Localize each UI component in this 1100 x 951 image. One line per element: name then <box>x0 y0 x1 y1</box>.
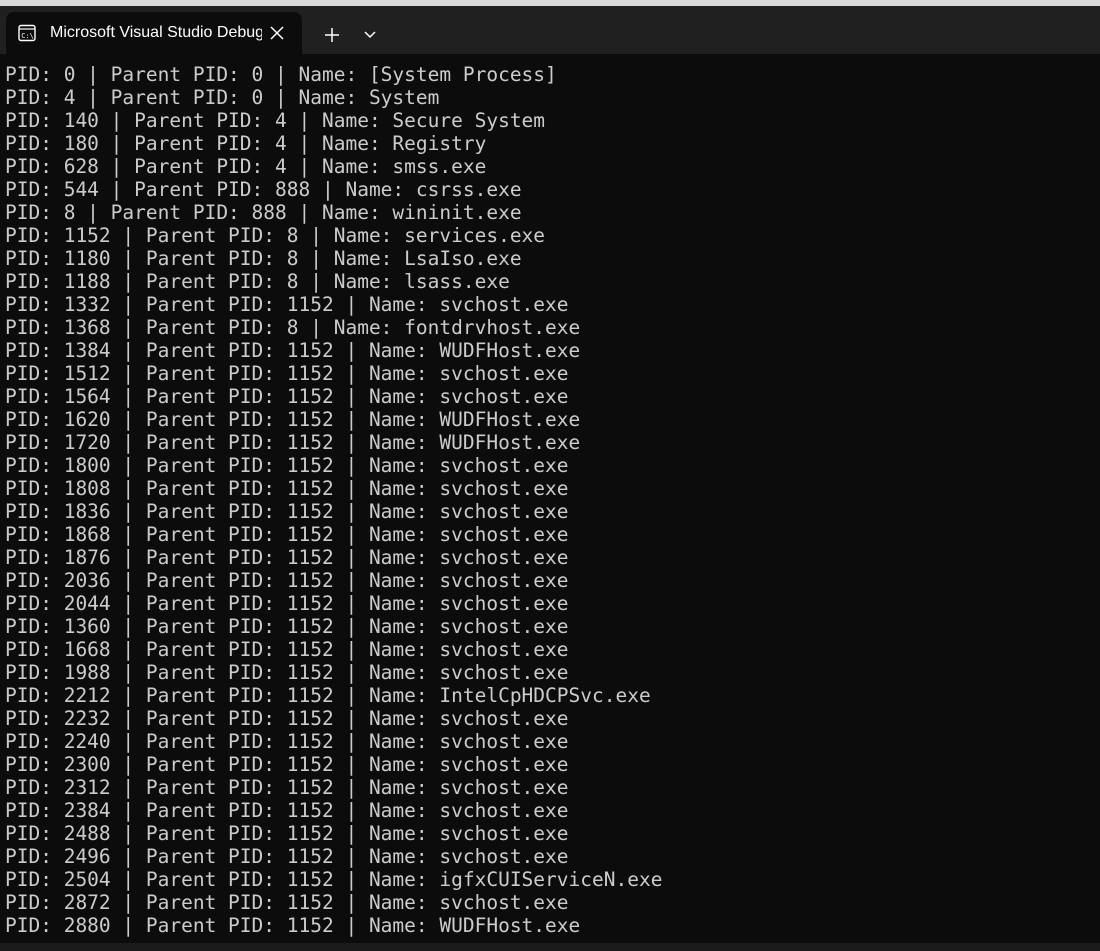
console-line: PID: 2300 | Parent PID: 1152 | Name: svc… <box>5 753 569 776</box>
console-line: PID: 1800 | Parent PID: 1152 | Name: svc… <box>5 454 569 477</box>
console-line: PID: 180 | Parent PID: 4 | Name: Registr… <box>5 132 487 155</box>
console-line: PID: 140 | Parent PID: 4 | Name: Secure … <box>5 109 546 132</box>
console-line: PID: 1620 | Parent PID: 1152 | Name: WUD… <box>5 408 581 431</box>
console-line: PID: 2880 | Parent PID: 1152 | Name: WUD… <box>5 914 581 937</box>
svg-text:C:\: C:\ <box>21 32 34 40</box>
console-line: PID: 1188 | Parent PID: 8 | Name: lsass.… <box>5 270 510 293</box>
console-line: PID: 2488 | Parent PID: 1152 | Name: svc… <box>5 822 569 845</box>
console-line: PID: 1152 | Parent PID: 8 | Name: servic… <box>5 224 546 247</box>
console-line: PID: 1360 | Parent PID: 1152 | Name: svc… <box>5 615 569 638</box>
terminal-titlebar[interactable]: C:\ Microsoft Visual Studio Debug Consol… <box>0 6 1100 54</box>
console-line: PID: 2872 | Parent PID: 1152 | Name: svc… <box>5 891 569 914</box>
console-line: PID: 2212 | Parent PID: 1152 | Name: Int… <box>5 684 651 707</box>
console-line: PID: 1332 | Parent PID: 1152 | Name: svc… <box>5 293 569 316</box>
console-line: PID: 1868 | Parent PID: 1152 | Name: svc… <box>5 523 569 546</box>
console-line: PID: 2044 | Parent PID: 1152 | Name: svc… <box>5 592 569 615</box>
console-line: PID: 1384 | Parent PID: 1152 | Name: WUD… <box>5 339 581 362</box>
console-line: PID: 2384 | Parent PID: 1152 | Name: svc… <box>5 799 569 822</box>
console-output[interactable]: PID: 0 | Parent PID: 0 | Name: [System P… <box>0 54 1100 943</box>
console-line: PID: 2496 | Parent PID: 1152 | Name: svc… <box>5 845 569 868</box>
console-line: PID: 628 | Parent PID: 4 | Name: smss.ex… <box>5 155 487 178</box>
console-line: PID: 0 | Parent PID: 0 | Name: [System P… <box>5 63 557 86</box>
chevron-down-icon[interactable] <box>356 21 384 49</box>
tab-debug-console[interactable]: C:\ Microsoft Visual Studio Debug Consol… <box>6 12 302 54</box>
console-line: PID: 1808 | Parent PID: 1152 | Name: svc… <box>5 477 569 500</box>
console-line: PID: 1668 | Parent PID: 1152 | Name: svc… <box>5 638 569 661</box>
console-line: PID: 2312 | Parent PID: 1152 | Name: svc… <box>5 776 569 799</box>
console-line: PID: 1876 | Parent PID: 1152 | Name: svc… <box>5 546 569 569</box>
console-app-icon: C:\ <box>18 24 36 42</box>
console-line: PID: 4 | Parent PID: 0 | Name: System <box>5 86 440 109</box>
console-line: PID: 1564 | Parent PID: 1152 | Name: svc… <box>5 385 569 408</box>
console-line: PID: 2240 | Parent PID: 1152 | Name: svc… <box>5 730 569 753</box>
console-line: PID: 1988 | Parent PID: 1152 | Name: svc… <box>5 661 569 684</box>
console-lines: PID: 0 | Parent PID: 0 | Name: [System P… <box>0 54 1100 937</box>
console-line: PID: 2036 | Parent PID: 1152 | Name: svc… <box>5 569 569 592</box>
console-line: PID: 8 | Parent PID: 888 | Name: wininit… <box>5 201 522 224</box>
console-line: PID: 2232 | Parent PID: 1152 | Name: svc… <box>5 707 569 730</box>
background-window-strip-bottom <box>0 943 1100 951</box>
console-line: PID: 1512 | Parent PID: 1152 | Name: svc… <box>5 362 569 385</box>
console-line: PID: 1180 | Parent PID: 8 | Name: LsaIso… <box>5 247 522 270</box>
console-line: PID: 1720 | Parent PID: 1152 | Name: WUD… <box>5 431 581 454</box>
plus-icon[interactable] <box>318 21 346 49</box>
console-line: PID: 1836 | Parent PID: 1152 | Name: svc… <box>5 500 569 523</box>
close-icon[interactable] <box>268 24 286 42</box>
console-line: PID: 544 | Parent PID: 888 | Name: csrss… <box>5 178 522 201</box>
console-line: PID: 2504 | Parent PID: 1152 | Name: igf… <box>5 868 663 891</box>
console-line: PID: 1368 | Parent PID: 8 | Name: fontdr… <box>5 316 581 339</box>
tab-title: Microsoft Visual Studio Debug Console <box>50 24 262 41</box>
